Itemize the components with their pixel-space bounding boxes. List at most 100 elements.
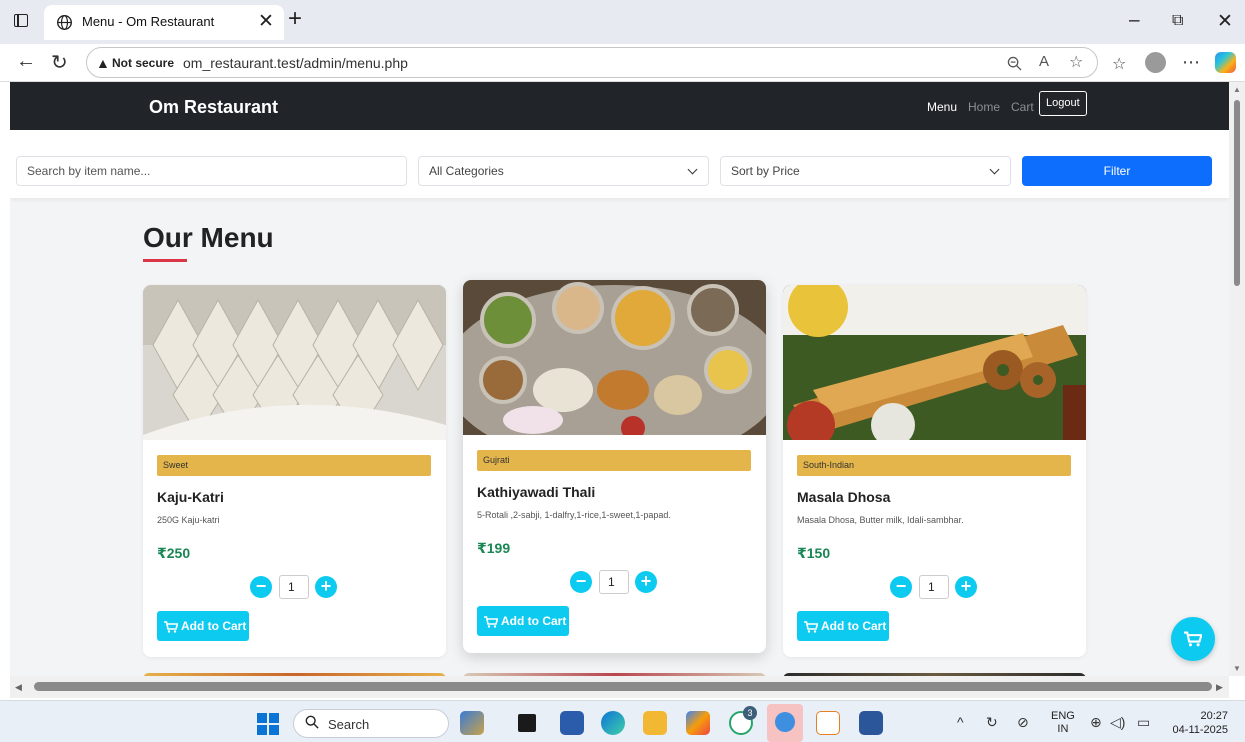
- filter-button[interactable]: Filter: [1022, 156, 1212, 186]
- increase-quantity-button[interactable]: +: [955, 576, 977, 598]
- brand-logo[interactable]: Om Restaurant: [149, 97, 278, 118]
- quantity-stepper: − 1 +: [463, 570, 766, 594]
- restore-button[interactable]: ⧉: [1172, 12, 1183, 30]
- edge-browser-icon[interactable]: [601, 711, 625, 735]
- item-price: ₹250: [157, 545, 191, 561]
- floating-cart-button[interactable]: [1171, 617, 1215, 661]
- cart-icon: [1184, 631, 1202, 647]
- taskbar-clock[interactable]: 20:27 04-11-2025: [1166, 709, 1228, 737]
- url-text[interactable]: om_restaurant.test/admin/menu.php: [183, 55, 408, 71]
- quantity-input[interactable]: 1: [599, 570, 629, 594]
- add-to-cart-button[interactable]: Add to Cart: [797, 611, 889, 641]
- item-description: 5-Rotali ,2-sabji, 1-dalfry,1-rice,1-swe…: [477, 510, 671, 520]
- logout-button[interactable]: Logout: [1039, 91, 1087, 116]
- cart-icon: [164, 621, 178, 633]
- search-icon: [305, 715, 319, 729]
- file-explorer-icon[interactable]: [643, 711, 667, 735]
- language-indicator[interactable]: ENG IN: [1051, 710, 1075, 736]
- horizontal-scroll-thumb[interactable]: [34, 682, 1212, 691]
- taskbar-search[interactable]: Search: [293, 709, 449, 738]
- add-to-cart-label: Add to Cart: [181, 619, 247, 633]
- clock-time: 20:27: [1200, 710, 1228, 722]
- chevron-down-icon: [989, 164, 1000, 175]
- globe-icon: [57, 15, 72, 30]
- nav-home-link[interactable]: Home: [968, 100, 1000, 114]
- sort-select[interactable]: Sort by Price: [720, 156, 1011, 186]
- active-app-highlight[interactable]: [767, 704, 803, 742]
- refresh-icon[interactable]: ↻: [51, 50, 68, 75]
- favorite-star-icon[interactable]: ☆: [1069, 52, 1083, 72]
- filter-bar: Search by item name... All Categories So…: [10, 130, 1229, 198]
- zoom-icon[interactable]: [1007, 56, 1022, 71]
- scroll-up-icon[interactable]: ▲: [1233, 85, 1241, 94]
- copilot-app-icon[interactable]: [686, 711, 710, 735]
- region-code: IN: [1057, 723, 1069, 735]
- category-badge: South-Indian: [797, 455, 1071, 476]
- vertical-scroll-thumb[interactable]: [1234, 100, 1240, 286]
- chevron-up-icon[interactable]: ^: [957, 714, 964, 730]
- search-input[interactable]: Search by item name...: [16, 156, 407, 186]
- decrease-quantity-button[interactable]: −: [570, 571, 592, 593]
- back-arrow-icon[interactable]: ←: [16, 50, 36, 73]
- store-icon[interactable]: [560, 711, 584, 735]
- nav-cart-link[interactable]: Cart: [1011, 100, 1034, 114]
- warning-icon[interactable]: ▲: [96, 55, 110, 71]
- app-icon: [775, 712, 795, 732]
- vertical-scrollbar[interactable]: ▲ ▼: [1229, 82, 1245, 676]
- clock-date: 04-11-2025: [1172, 724, 1228, 736]
- network-icon[interactable]: ⊕: [1090, 714, 1102, 731]
- increase-quantity-button[interactable]: +: [315, 576, 337, 598]
- start-windows-icon[interactable]: [257, 713, 279, 735]
- increase-quantity-button[interactable]: +: [635, 571, 657, 593]
- notification-badge: 3: [743, 706, 757, 720]
- item-price: ₹150: [797, 545, 831, 561]
- widgets-icon[interactable]: [460, 711, 484, 735]
- browser-tab-bar: Menu - Om Restaurant ✕ + – ⧉ ✕: [0, 0, 1245, 44]
- tab-close-icon[interactable]: ✕: [258, 10, 274, 33]
- scroll-right-icon[interactable]: ▶: [1216, 682, 1223, 693]
- favorites-icon[interactable]: ☆: [1112, 54, 1126, 74]
- scroll-down-icon[interactable]: ▼: [1233, 664, 1241, 673]
- address-bar[interactable]: ▲ Not secure om_restaurant.test/admin/me…: [86, 47, 1098, 78]
- item-price: ₹199: [477, 540, 511, 556]
- quantity-input[interactable]: 1: [279, 575, 309, 599]
- security-label[interactable]: Not secure: [112, 56, 174, 70]
- browser-tab-menu[interactable]: Menu - Om Restaurant ✕: [44, 5, 284, 40]
- profile-avatar[interactable]: [1145, 52, 1166, 73]
- nav-menu-link[interactable]: Menu: [927, 100, 957, 114]
- horizontal-scrollbar[interactable]: ◀ ▶: [10, 676, 1229, 698]
- more-options-icon[interactable]: ⋯: [1182, 52, 1200, 73]
- chevron-down-icon: [687, 164, 698, 175]
- decrease-quantity-button[interactable]: −: [250, 576, 272, 598]
- battery-icon[interactable]: ▭: [1137, 714, 1150, 731]
- category-select-value: All Categories: [429, 164, 504, 178]
- menu-card: Gujrati Kathiyawadi Thali 5-Rotali ,2-sa…: [463, 280, 766, 653]
- add-to-cart-button[interactable]: Add to Cart: [477, 606, 569, 636]
- close-window-button[interactable]: ✕: [1217, 10, 1233, 33]
- site-navbar: Om Restaurant Menu Home Cart Logout: [10, 82, 1229, 130]
- sync-icon[interactable]: ↻: [986, 714, 998, 731]
- new-tab-button[interactable]: +: [288, 5, 302, 33]
- item-description: Masala Dhosa, Butter milk, Idali-sambhar…: [797, 515, 964, 525]
- add-to-cart-button[interactable]: Add to Cart: [157, 611, 249, 641]
- tab-actions-icon[interactable]: [14, 14, 28, 27]
- volume-icon[interactable]: ◁): [1110, 714, 1125, 731]
- word-icon[interactable]: [859, 711, 883, 735]
- kathiyawadi-thali-image: [463, 280, 766, 435]
- page-viewport: Om Restaurant Menu Home Cart Logout Sear…: [10, 82, 1229, 676]
- language-code: ENG: [1051, 710, 1075, 722]
- copilot-icon[interactable]: [1215, 52, 1236, 73]
- category-select[interactable]: All Categories: [418, 156, 709, 186]
- minimize-button[interactable]: –: [1129, 10, 1140, 32]
- quantity-input[interactable]: 1: [919, 575, 949, 599]
- windows-taskbar: Search 3 ^ ↻ ⊘ ENG IN ⊕ ◁) ▭ 20:27 04-11…: [0, 700, 1245, 742]
- tab-title: Menu - Om Restaurant: [82, 14, 215, 29]
- read-aloud-icon[interactable]: A: [1039, 53, 1049, 70]
- snipping-tool-icon[interactable]: [816, 711, 840, 735]
- menu-card: Sweet Kaju-Katri 250G Kaju-katri ₹250 − …: [143, 285, 446, 657]
- task-view-icon[interactable]: [518, 714, 536, 732]
- kaju-katri-image: [143, 285, 446, 440]
- scroll-left-icon[interactable]: ◀: [15, 682, 22, 693]
- decrease-quantity-button[interactable]: −: [890, 576, 912, 598]
- location-off-icon[interactable]: ⊘: [1017, 714, 1029, 731]
